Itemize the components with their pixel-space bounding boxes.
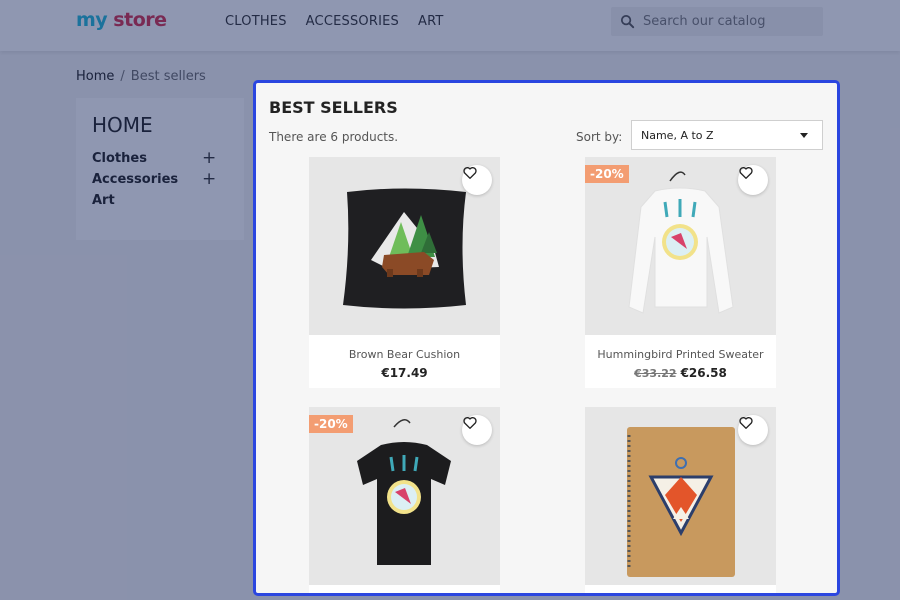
product-price: €33.22 €26.58 (585, 366, 776, 380)
discount-badge: -20% (309, 415, 353, 433)
sort-label: Sort by: (576, 130, 623, 144)
wishlist-button[interactable] (738, 165, 768, 195)
product-card[interactable]: -20% (309, 407, 500, 593)
heart-icon (463, 417, 477, 429)
old-price: €33.22 (634, 367, 677, 380)
wishlist-button[interactable] (462, 415, 492, 445)
sort-value: Name, A to Z (641, 129, 714, 142)
product-image[interactable]: -20% (585, 157, 776, 335)
wishlist-button[interactable] (738, 415, 768, 445)
product-price: €17.49 (309, 366, 500, 380)
product-name[interactable]: Brown Bear Cushion (309, 348, 500, 361)
listing-title: BEST SELLERS (269, 98, 398, 117)
sort-select[interactable]: Name, A to Z (631, 120, 823, 150)
product-name[interactable]: Hummingbird Printed Sweater (585, 348, 776, 361)
product-listing-panel: BEST SELLERS There are 6 products. Sort … (253, 80, 840, 596)
product-card[interactable]: -20% Hummingbird Printed Sweater €33.22 €… (585, 157, 776, 388)
product-card[interactable]: Brown Bear Cushion €17.49 (309, 157, 500, 388)
heart-icon (739, 167, 753, 179)
product-image[interactable] (309, 157, 500, 335)
product-count: There are 6 products. (269, 130, 399, 144)
heart-icon (739, 417, 753, 429)
wishlist-button[interactable] (462, 165, 492, 195)
heart-icon (463, 167, 477, 179)
product-image[interactable]: -20% (309, 407, 500, 585)
discount-badge: -20% (585, 165, 629, 183)
product-image[interactable] (585, 407, 776, 585)
current-price: €26.58 (680, 366, 727, 380)
current-price: €17.49 (381, 366, 428, 380)
product-card[interactable] (585, 407, 776, 593)
caret-down-icon (800, 133, 808, 138)
